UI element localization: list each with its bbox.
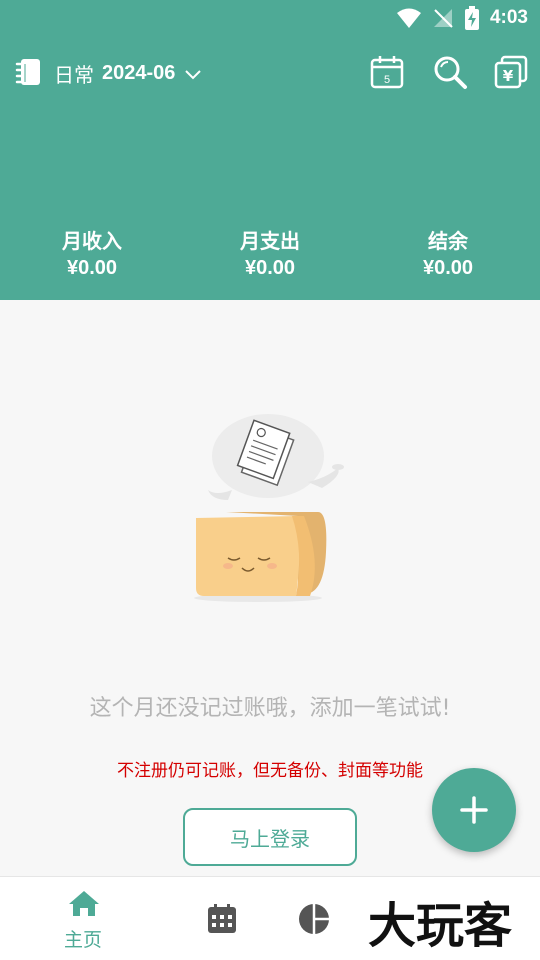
plus-icon xyxy=(460,796,488,824)
month-label: 2024-06 xyxy=(102,62,176,84)
nav-calendar[interactable] xyxy=(190,877,254,960)
income-label: 月收入 xyxy=(62,229,122,253)
calendar-day: 5 xyxy=(384,74,390,86)
empty-wallet-illustration xyxy=(194,414,344,602)
balance-label: 结余 xyxy=(428,229,468,253)
home-icon xyxy=(69,891,99,916)
nav-home-label: 主页 xyxy=(64,929,103,951)
calendar-icon[interactable]: 5 xyxy=(369,54,405,90)
watermark-logo: 大玩客 xyxy=(368,898,512,954)
calendar-grid-icon xyxy=(208,904,236,933)
currency-glyph: ¥ xyxy=(503,67,514,85)
search-icon[interactable] xyxy=(432,54,468,90)
book-name: 日常 xyxy=(54,63,94,87)
nav-statistics[interactable] xyxy=(284,877,348,960)
status-bar: 4:03 xyxy=(0,0,540,36)
status-time: 4:03 xyxy=(489,7,528,28)
expense-value: ¥0.00 xyxy=(244,257,296,279)
expense-label: 月支出 xyxy=(240,229,300,253)
wifi-icon xyxy=(396,8,421,28)
chevron-down-icon xyxy=(185,69,202,79)
no-signal-icon xyxy=(433,9,453,28)
pie-chart-icon xyxy=(299,904,329,934)
notebook-icon[interactable] xyxy=(14,58,44,86)
expense-summary: 月支出 ¥0.00 xyxy=(180,228,360,282)
empty-state-message: 这个月还没记过账哦，添加一笔试试! xyxy=(89,696,451,721)
balance-summary: 结余 ¥0.00 xyxy=(358,228,538,282)
header: 4:03 日常 2024-06 5 ¥ 月收入 ¥0.00 月支出 ¥0.00 … xyxy=(0,0,540,300)
nav-home[interactable]: 主页 xyxy=(40,877,130,960)
income-summary: 月收入 ¥0.00 xyxy=(2,228,182,282)
login-button[interactable]: 马上登录 xyxy=(183,808,357,866)
add-record-button[interactable] xyxy=(432,768,516,852)
month-summary: 月收入 ¥0.00 月支出 ¥0.00 结余 ¥0.00 xyxy=(0,228,540,288)
watermark-text: 大玩客 xyxy=(368,898,512,954)
balance-value: ¥0.00 xyxy=(422,257,474,279)
currency-cards-icon[interactable]: ¥ xyxy=(493,54,529,90)
book-month-selector[interactable]: 日常 2024-06 xyxy=(54,59,203,88)
income-value: ¥0.00 xyxy=(66,257,118,279)
toolbar: 日常 2024-06 5 ¥ xyxy=(0,52,540,92)
status-icons: 4:03 xyxy=(396,6,528,30)
battery-charging-icon xyxy=(464,6,479,30)
